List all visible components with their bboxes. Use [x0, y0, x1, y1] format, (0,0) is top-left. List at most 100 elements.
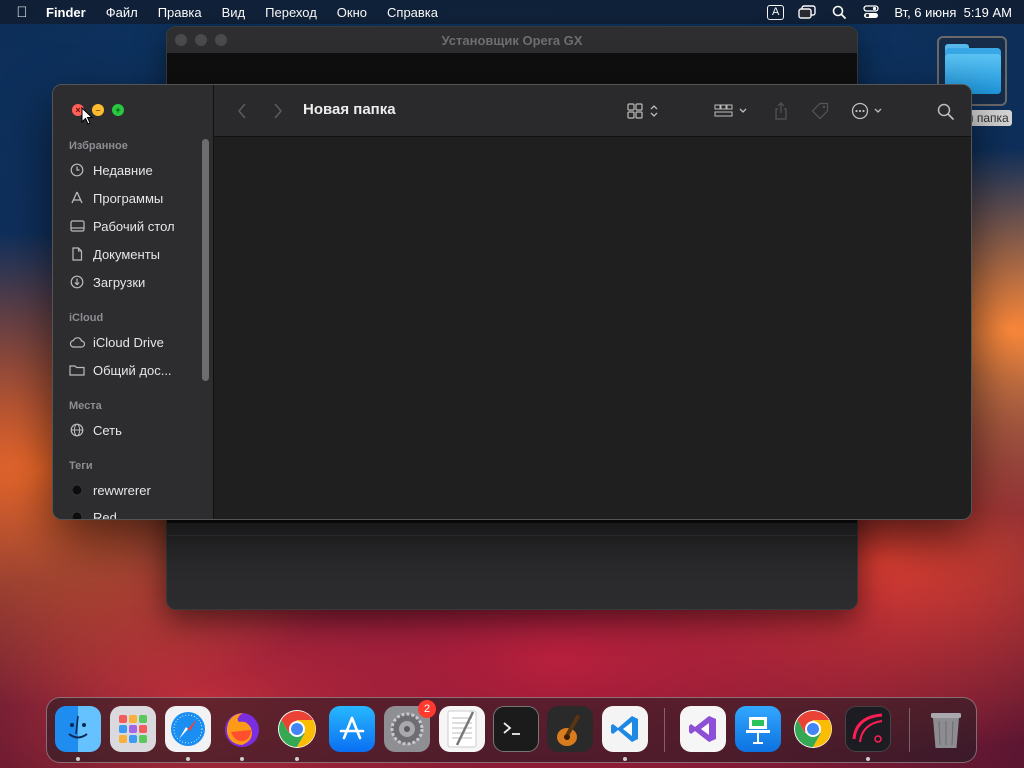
dock-firefox-icon[interactable] — [219, 706, 265, 752]
apple-menu-icon[interactable]:  — [12, 4, 32, 21]
sidebar-item-network[interactable]: Сеть — [69, 419, 122, 441]
running-indicator — [240, 757, 244, 761]
sidebar-item-applications[interactable]: Программы — [69, 187, 163, 209]
tag-dot-icon — [69, 482, 85, 498]
sidebar-header-locations: Места — [69, 400, 102, 412]
screen-mirroring-icon[interactable] — [798, 4, 817, 20]
installer-titlebar: Установщик Opera GX — [167, 27, 857, 53]
menu-window[interactable]: Окно — [337, 5, 367, 20]
sidebar-item-label: Программы — [93, 190, 164, 206]
more-actions-button[interactable] — [850, 99, 888, 123]
chevron-left-icon — [237, 103, 246, 119]
tag-icon — [811, 102, 829, 120]
menu-bar:  Finder Файл Правка Вид Переход Окно Сп… — [0, 0, 1024, 24]
sidebar-item-icloud-drive[interactable]: iCloud Drive — [69, 331, 164, 353]
tag-dot-icon — [69, 509, 85, 519]
running-indicator — [186, 757, 190, 761]
menu-go[interactable]: Переход — [265, 5, 317, 20]
forward-button[interactable] — [268, 99, 288, 123]
view-mode-button[interactable] — [624, 99, 664, 123]
dock-chrome-icon[interactable] — [790, 706, 836, 752]
search-button[interactable] — [934, 99, 956, 123]
dock-textedit-icon[interactable] — [439, 706, 485, 752]
running-indicator — [866, 757, 870, 761]
sidebar-scrollbar[interactable] — [202, 139, 209, 381]
dock-safari-icon[interactable] — [165, 706, 211, 752]
running-indicator — [76, 757, 80, 761]
sidebar-item-shared[interactable]: Общий дос... — [69, 359, 172, 381]
document-icon — [69, 246, 85, 262]
download-icon — [69, 274, 85, 290]
search-icon — [937, 103, 954, 120]
dock-visual-studio-icon[interactable] — [680, 706, 726, 752]
menu-app-name[interactable]: Finder — [46, 5, 86, 20]
sidebar-header-tags: Теги — [69, 460, 93, 472]
minimize-button[interactable]: – — [92, 104, 104, 116]
dock-finder-icon[interactable] — [55, 706, 101, 752]
sidebar-item-tag-red[interactable]: Red — [69, 506, 117, 520]
sidebar-item-label: iCloud Drive — [93, 334, 164, 350]
sidebar-item-label: Недавние — [93, 162, 153, 178]
apps-icon — [69, 190, 85, 206]
ellipsis-circle-icon — [851, 102, 882, 120]
menu-help[interactable]: Справка — [387, 5, 438, 20]
sidebar-item-label: Red — [93, 509, 117, 520]
dock-opera-gx-installer-icon[interactable] — [845, 706, 891, 752]
dock-chrome-icon[interactable] — [274, 706, 320, 752]
sidebar-item-recents[interactable]: Недавние — [69, 159, 153, 181]
grid-view-icon — [627, 103, 658, 119]
dock-system-settings-icon[interactable]: 2 — [384, 700, 436, 752]
control-center-icon[interactable] — [862, 4, 880, 20]
dock-app-store-icon[interactable] — [329, 706, 375, 752]
sidebar-item-downloads[interactable]: Загрузки — [69, 271, 145, 293]
dock-separator — [909, 708, 910, 752]
cloud-icon — [69, 334, 85, 350]
window-controls: × – + — [72, 104, 124, 116]
menubar-clock[interactable]: Вт, 6 июня 5:19 AM — [894, 5, 1012, 20]
input-source-indicator[interactable]: A — [766, 4, 785, 20]
zoom-button[interactable]: + — [112, 104, 124, 116]
chevron-right-icon — [274, 103, 283, 119]
dock-trash-icon[interactable] — [923, 706, 969, 752]
sidebar-item-tag-rewwrerer[interactable]: rewwrerer — [69, 479, 151, 501]
zoom-icon: + — [115, 105, 121, 115]
back-button[interactable] — [232, 99, 252, 123]
minimize-icon: – — [95, 105, 101, 115]
shared-folder-icon — [69, 362, 85, 378]
dock-keynote-icon[interactable] — [735, 706, 781, 752]
dock-vscode-icon[interactable] — [602, 706, 648, 752]
desktop-icon — [69, 218, 85, 234]
group-icon — [714, 104, 747, 117]
spotlight-search-icon[interactable] — [830, 4, 848, 20]
sidebar-item-desktop[interactable]: Рабочий стол — [69, 215, 175, 237]
dock-garageband-icon[interactable] — [547, 706, 593, 752]
sidebar-header-favorites: Избранное — [69, 140, 128, 152]
installer-title: Установщик Opera GX — [441, 32, 583, 48]
finder-sidebar: × – + Избранное Недавние Программы Рабоч… — [53, 85, 213, 519]
mouse-cursor-icon — [81, 107, 93, 125]
share-icon — [775, 102, 787, 120]
folder-title: Новая папка — [303, 101, 396, 118]
sidebar-item-label: Рабочий стол — [93, 218, 175, 234]
sidebar-item-label: Документы — [93, 246, 161, 262]
share-button[interactable] — [770, 99, 792, 123]
file-list-area[interactable] — [214, 138, 971, 519]
menu-edit[interactable]: Правка — [158, 5, 202, 20]
sidebar-item-label: rewwrerer — [93, 482, 151, 498]
dock-launchpad-icon[interactable] — [110, 706, 156, 752]
tag-button[interactable] — [809, 99, 831, 123]
dock-separator — [664, 708, 665, 752]
sidebar-item-documents[interactable]: Документы — [69, 243, 160, 265]
finder-window: × – + Избранное Недавние Программы Рабоч… — [52, 84, 972, 520]
installer-divider — [167, 535, 857, 536]
finder-main: Новая папка — [213, 85, 971, 519]
clock-icon — [69, 162, 85, 178]
globe-icon — [69, 422, 85, 438]
sidebar-item-label: Загрузки — [93, 274, 146, 290]
notification-badge: 2 — [418, 700, 436, 718]
menu-view[interactable]: Вид — [222, 5, 246, 20]
menu-file[interactable]: Файл — [106, 5, 138, 20]
running-indicator — [295, 757, 299, 761]
group-button[interactable] — [712, 99, 752, 123]
dock-terminal-icon[interactable] — [493, 706, 539, 752]
